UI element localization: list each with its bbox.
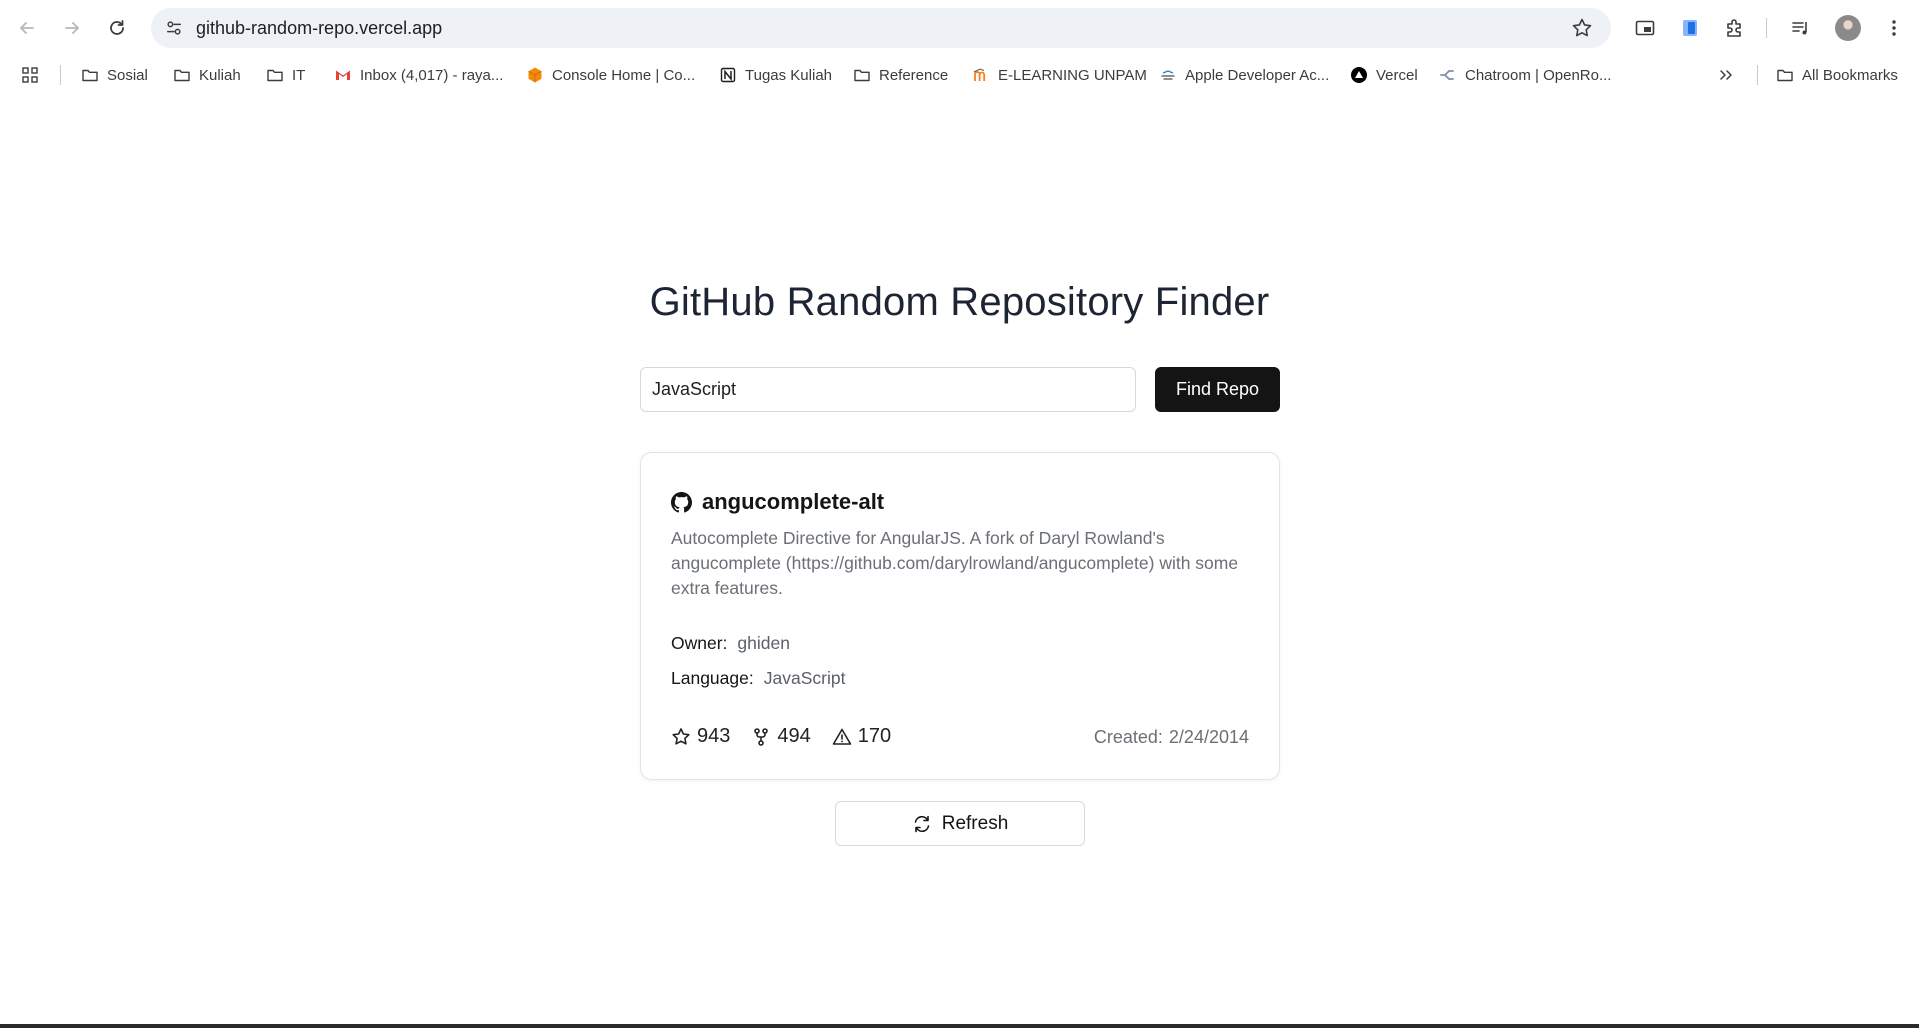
bookmark-vercel[interactable]: Vercel (1350, 64, 1418, 86)
browser-menu-button[interactable] (1880, 14, 1908, 42)
stars-count: 943 (697, 725, 731, 747)
refresh-icon (914, 815, 930, 832)
bookmark-label: IT (292, 66, 306, 84)
notion-icon (720, 67, 736, 83)
profile-avatar[interactable] (1835, 15, 1861, 41)
taskbar-edge (0, 1024, 1919, 1028)
bookmark-label: Inbox (4,017) - raya... (360, 66, 504, 84)
bookmark-label: Kuliah (199, 66, 241, 84)
site-info-button[interactable] (160, 14, 188, 42)
forward-button[interactable] (56, 12, 88, 44)
bookmark-label: E-LEARNING UNPAM (998, 66, 1147, 84)
bookmark-kuliah[interactable]: Kuliah (173, 64, 241, 86)
folder-icon (82, 69, 98, 82)
repo-name[interactable]: angucomplete-alt (702, 489, 884, 515)
bookmark-it[interactable]: IT (266, 64, 305, 86)
bookmark-openrouter[interactable]: Chatroom | OpenRo... (1439, 64, 1611, 86)
media-controls-button[interactable] (1787, 14, 1815, 42)
chevron-double-right-icon (1720, 70, 1732, 80)
bookmarks-divider (60, 65, 61, 85)
refresh-button[interactable]: Refresh (835, 801, 1085, 846)
repo-card: angucomplete-alt Autocomplete Directive … (640, 452, 1280, 780)
folder-icon (1777, 69, 1793, 82)
folder-icon (854, 69, 870, 82)
back-button[interactable] (11, 12, 43, 44)
created-label: Created: (1093, 727, 1163, 747)
warning-triangle-icon (832, 728, 852, 745)
bookmark-star-icon[interactable] (1571, 17, 1593, 39)
extension-app-icon (1683, 20, 1697, 36)
gmail-icon (335, 70, 351, 80)
bookmark-gmail-inbox[interactable]: Inbox (4,017) - raya... (334, 64, 503, 86)
picture-in-picture-icon (1635, 20, 1655, 36)
all-bookmarks-label: All Bookmarks (1802, 66, 1898, 84)
more-bookmarks-button[interactable] (1717, 64, 1735, 86)
arrow-right-icon (65, 22, 79, 34)
stars-stat: 943 (671, 725, 730, 748)
repo-stats: 943 494 170 (671, 725, 912, 748)
bookmark-label: Tugas Kuliah (745, 66, 832, 84)
bookmark-label: Sosial (107, 66, 148, 84)
url-text[interactable]: github-random-repo.vercel.app (196, 18, 442, 39)
bookmark-console-home[interactable]: Console Home | Co... (526, 64, 695, 86)
forks-stat: 494 (751, 725, 811, 748)
toolbar-divider (1766, 18, 1767, 38)
cube-icon (528, 67, 542, 83)
created-value: 2/24/2014 (1168, 727, 1249, 747)
bookmark-label: Vercel (1376, 66, 1418, 84)
created-date: Created: 2/24/2014 (1094, 727, 1249, 748)
reload-button[interactable] (101, 12, 133, 44)
issues-stat: 170 (832, 725, 891, 748)
find-repo-button[interactable]: Find Repo (1155, 367, 1280, 412)
owner-row: Owner: ghiden (671, 633, 790, 654)
puzzle-icon (1727, 19, 1741, 37)
fork-icon (754, 727, 769, 746)
vercel-icon (1351, 67, 1367, 83)
tune-icon (166, 21, 182, 35)
language-value: JavaScript (763, 668, 846, 688)
bookmark-sosial[interactable]: Sosial (81, 64, 148, 86)
repo-description: Autocomplete Directive for AngularJS. A … (671, 528, 1239, 598)
extensions-menu-button[interactable] (1721, 14, 1749, 42)
forks-count: 494 (777, 725, 811, 747)
address-bar[interactable]: github-random-repo.vercel.app (151, 8, 1611, 48)
apps-grid-icon (22, 67, 38, 83)
openrouter-icon (1440, 70, 1454, 80)
moodle-icon (973, 68, 986, 81)
extension-button[interactable] (1676, 14, 1704, 42)
apple-dev-icon (1161, 70, 1175, 80)
bookmark-elearning-unpam[interactable]: E-LEARNING UNPAM (972, 64, 1147, 86)
folder-icon (267, 69, 283, 82)
owner-value: ghiden (737, 633, 790, 653)
bookmark-label: Apple Developer Ac... (1185, 66, 1330, 84)
queue-music-icon (1792, 22, 1807, 35)
picture-in-picture-button[interactable] (1631, 14, 1659, 42)
folder-icon (174, 69, 190, 82)
bookmark-label: Chatroom | OpenRo... (1465, 66, 1612, 84)
page-title: GitHub Random Repository Finder (649, 280, 1270, 324)
bookmarks-divider (1757, 65, 1758, 85)
owner-label: Owner: (671, 633, 728, 653)
language-search-input[interactable] (640, 367, 1136, 412)
more-vertical-icon (1892, 20, 1896, 36)
language-label: Language: (671, 668, 754, 688)
apps-button[interactable] (21, 64, 39, 86)
browser-toolbar: github-random-repo.vercel.app (0, 0, 1919, 56)
bookmark-tugas-kuliah[interactable]: Tugas Kuliah (719, 64, 832, 86)
bookmark-label: Console Home | Co... (552, 66, 696, 84)
github-icon (671, 491, 692, 512)
reload-icon (110, 20, 124, 35)
bookmark-apple-developer[interactable]: Apple Developer Ac... (1159, 64, 1329, 86)
star-icon (672, 727, 690, 745)
arrow-left-icon (20, 22, 34, 34)
repo-header: angucomplete-alt (671, 489, 884, 515)
bookmark-label: Reference (879, 66, 949, 84)
bookmarks-bar: Sosial Kuliah IT Inbox (4,017) - raya...… (0, 56, 1919, 92)
issues-count: 170 (857, 725, 892, 747)
refresh-label: Refresh (941, 812, 1009, 834)
language-row: Language: JavaScript (671, 668, 845, 689)
bookmark-reference[interactable]: Reference (853, 64, 948, 86)
all-bookmarks-button[interactable]: All Bookmarks (1776, 64, 1898, 86)
